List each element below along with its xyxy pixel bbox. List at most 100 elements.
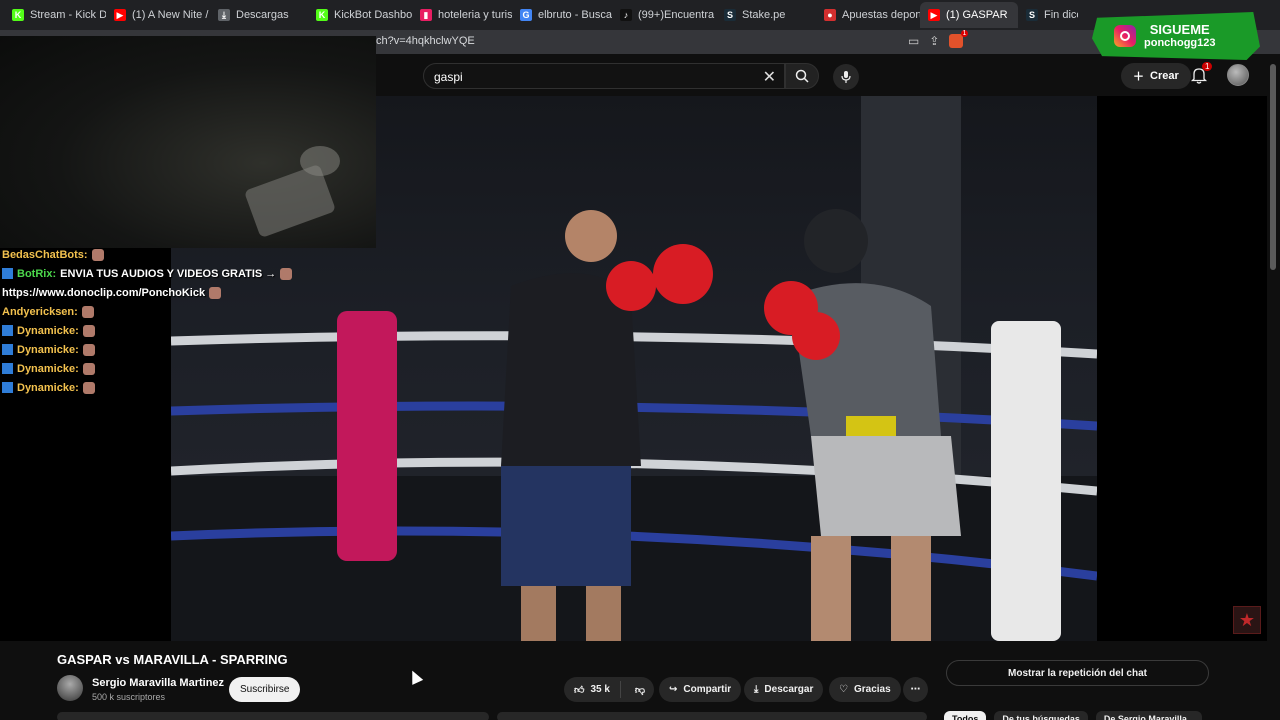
extension-icon[interactable]: 1	[949, 30, 969, 48]
browser-tab[interactable]: S Stake.pe	[716, 2, 816, 28]
browser-tab[interactable]: ▶ (1) A New Nite / Ro	[106, 2, 210, 28]
chat-emote-icon	[82, 343, 95, 356]
download-icon: ⤓	[754, 684, 759, 695]
channel-avatar[interactable]	[57, 675, 83, 701]
chat-username: Dynamicke:	[17, 324, 79, 337]
notification-count: 1	[1202, 62, 1213, 71]
account-avatar[interactable]	[1227, 64, 1249, 86]
filter-chip[interactable]: De tus búsquedas	[994, 711, 1088, 720]
browser-tab[interactable]: S Fin dice...	[1018, 2, 1078, 28]
download-button[interactable]: ⤓ Descargar	[744, 677, 824, 702]
create-label: Crear	[1150, 70, 1179, 82]
chat-message: BedasChatBots:	[2, 245, 302, 264]
clear-search-icon[interactable]: ✕	[763, 67, 776, 87]
chat-username: Dynamicke:	[17, 343, 79, 356]
tab-favicon-icon: ♪	[620, 9, 632, 21]
chat-message: Andyericksen:	[2, 302, 302, 321]
browser-tab[interactable]: K KickBot Dashboard	[308, 2, 412, 28]
recommendation-chips: Todos De tus búsquedas De Sergio Maravilla…	[944, 711, 1203, 720]
description-box-right[interactable]	[497, 712, 927, 720]
voice-search-button[interactable]	[833, 64, 859, 90]
download-label: Descargar	[764, 684, 814, 695]
browser-tab[interactable]: ♪ (99+)Encuentra 'bru	[612, 2, 716, 28]
chat-badge-icon	[2, 382, 13, 393]
more-icon: ⋯	[910, 684, 921, 695]
tab-favicon-icon: S	[1026, 9, 1038, 21]
filter-chip[interactable]: Todos	[944, 711, 987, 720]
notifications-button[interactable]: 1	[1190, 62, 1213, 86]
more-actions-button[interactable]: ⋯	[903, 677, 928, 702]
search-icon	[795, 69, 809, 83]
chat-text: https://www.donoclip.com/PonchoKick	[2, 286, 206, 299]
browser-tab[interactable]: Gelbruto - Buscar co	[512, 2, 612, 28]
chat-message: BotRix: ENVIA TUS AUDIOS Y VIDEOS GRATIS …	[2, 264, 302, 283]
tab-label: Apuestas deportiv	[842, 9, 920, 21]
browser-tab-strip: K Stream - Kick Dashb ▶ (1) A New Nite / Ro…	[0, 0, 1280, 30]
chat-emote-icon	[82, 324, 95, 337]
chat-username: Andyericksen:	[2, 305, 78, 318]
search-button[interactable]	[785, 63, 819, 89]
page-scrollbar[interactable]	[1267, 60, 1280, 720]
tab-favicon-icon: ▶	[114, 9, 126, 21]
search-box[interactable]: gaspi ✕	[423, 63, 785, 89]
browser-tab[interactable]: ▶(1) GASPAR✕	[920, 2, 1018, 28]
chat-emote-icon	[82, 381, 95, 394]
browser-tab[interactable]: K Stream - Kick Dashb	[4, 2, 106, 28]
chat-emote-icon	[91, 248, 104, 261]
address-bar-icons: ▭ ⇪ 1	[908, 30, 969, 48]
webcam-object	[300, 146, 340, 176]
tab-label: hoteleria y turismos	[438, 9, 512, 21]
cast-icon[interactable]: ▭	[908, 34, 919, 48]
browser-tab[interactable]: ⤓ Descargas	[210, 2, 308, 28]
tab-favicon-icon: ▶	[928, 9, 940, 21]
tab-label: Fin dice...	[1044, 9, 1078, 21]
thumbs-down-icon: 👎︎	[634, 684, 646, 696]
tab-favicon-icon: G	[520, 9, 532, 21]
chat-badge-icon	[2, 268, 13, 279]
tab-favicon-icon: ⤓	[218, 9, 230, 21]
chat-badge-icon	[2, 344, 13, 355]
chat-emote-icon	[209, 286, 222, 299]
chat-message: https://www.donoclip.com/PonchoKick	[2, 283, 302, 302]
follow-handle: ponchogg123	[1144, 37, 1216, 49]
description-box[interactable]	[57, 712, 489, 720]
instagram-icon	[1114, 25, 1136, 47]
tab-label: elbruto - Buscar co	[538, 9, 612, 21]
tab-favicon-icon: ●	[824, 9, 836, 21]
scrollbar-thumb[interactable]	[1270, 64, 1276, 270]
chat-username: Dynamicke:	[17, 362, 79, 375]
thanks-button[interactable]: ♡ Gracias	[829, 677, 901, 702]
subscribe-button[interactable]: Suscribirse	[229, 677, 301, 702]
mouse-cursor-icon	[406, 668, 424, 685]
chat-emote-icon	[81, 305, 94, 318]
show-chat-replay-button[interactable]: Mostrar la repetición del chat	[946, 660, 1209, 686]
share-label: Compartir	[683, 684, 732, 695]
tab-favicon-icon: K	[316, 9, 328, 21]
browser-tab[interactable]: ● Apuestas deportiv	[816, 2, 920, 28]
search-input[interactable]: gaspi	[434, 70, 463, 84]
create-button[interactable]: ＋ Crear	[1121, 63, 1191, 89]
like-count: 35 k	[590, 684, 610, 695]
video-letterbox-right	[1097, 96, 1267, 641]
chat-username: BedasChatBots:	[2, 248, 88, 261]
subscriber-count: 500 k suscriptores	[92, 692, 166, 702]
share-icon[interactable]: ⇪	[929, 34, 939, 48]
share-arrow-icon: ↪	[669, 684, 678, 695]
dislike-button[interactable]: 👎︎	[627, 684, 653, 696]
like-button[interactable]: 👍︎ 35 k	[564, 681, 621, 698]
tab-label: (1) GASPAR	[946, 9, 1008, 21]
browser-tab[interactable]: ▮ hoteleria y turismos	[412, 2, 512, 28]
tab-label: Stream - Kick Dashb	[30, 9, 106, 21]
channel-name[interactable]: Sergio Maravilla Martinez	[92, 677, 224, 689]
extension-badge: 1	[960, 30, 969, 37]
tab-label: Stake.pe	[742, 9, 786, 21]
like-dislike-group: 👍︎ 35 k 👎︎	[564, 677, 654, 702]
url-text[interactable]: ch?v=4hqkhclwYQE	[376, 35, 475, 47]
stream-chat-overlay: BedasChatBots: BotRix: ENVIA TUS AUDIOS Y …	[2, 245, 302, 397]
tab-favicon-icon: ▮	[420, 9, 432, 21]
tab-favicon-icon: S	[724, 9, 736, 21]
tab-favicon-icon: K	[12, 9, 24, 21]
chat-emote-icon	[82, 362, 95, 375]
filter-chip[interactable]: De Sergio Maravilla...	[1095, 711, 1203, 720]
share-button[interactable]: ↪ Compartir	[659, 677, 742, 702]
